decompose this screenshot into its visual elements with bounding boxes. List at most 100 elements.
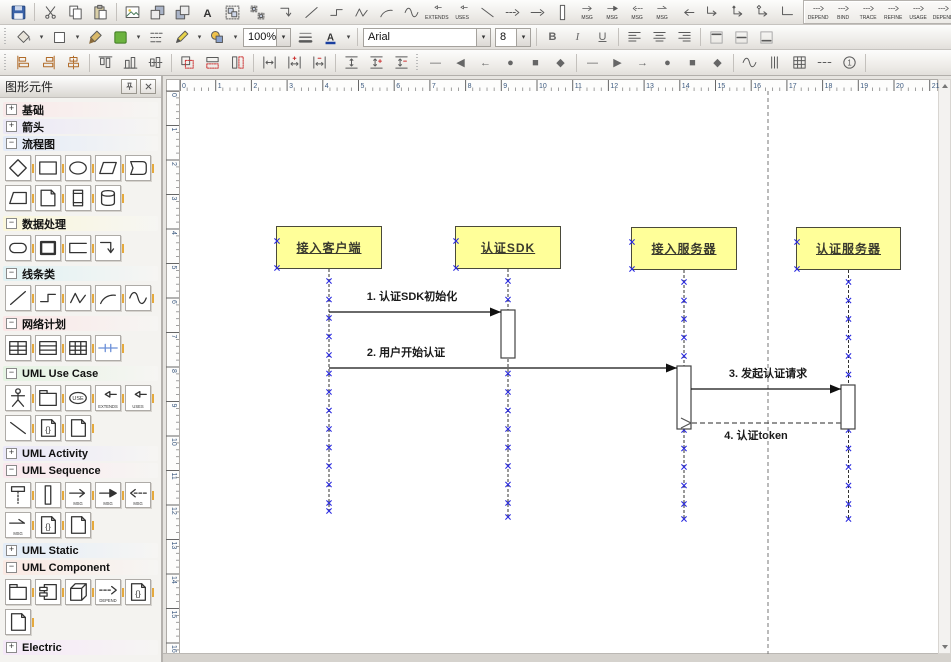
pin-button[interactable] bbox=[121, 79, 137, 94]
align-h-centers-button[interactable] bbox=[61, 51, 86, 75]
shape-elbow-arrow[interactable] bbox=[95, 235, 121, 261]
font-family-combo[interactable]: Arial▾ bbox=[363, 28, 491, 47]
shape-note[interactable] bbox=[65, 415, 91, 441]
dashed-arrow-button[interactable] bbox=[500, 0, 525, 24]
step-connector-button[interactable] bbox=[324, 0, 349, 24]
shape-open-rect[interactable] bbox=[65, 235, 91, 261]
drawing-canvas[interactable] bbox=[180, 91, 938, 654]
copy-button[interactable] bbox=[63, 0, 88, 24]
same-width-button[interactable] bbox=[200, 51, 225, 75]
shape-depend[interactable]: DEPEND bbox=[95, 579, 121, 605]
v-space-increase-button[interactable] bbox=[364, 51, 389, 75]
shape-display[interactable] bbox=[125, 155, 151, 181]
shape-message[interactable]: MSG bbox=[65, 482, 91, 508]
theme-fill-button[interactable] bbox=[108, 25, 133, 49]
shape-predefined-process[interactable] bbox=[65, 185, 91, 211]
elbow-connector-button[interactable] bbox=[274, 0, 299, 24]
align-left-edges-button[interactable] bbox=[11, 51, 36, 75]
shape-diamond[interactable] bbox=[5, 155, 31, 181]
dashed-line-button[interactable] bbox=[812, 51, 837, 75]
font-size-value[interactable]: 8 bbox=[496, 31, 516, 43]
arc-connector-button[interactable] bbox=[374, 0, 399, 24]
font-color-dropdown[interactable]: ▾ bbox=[343, 26, 354, 48]
zoom-combo[interactable]: 100%▾ bbox=[243, 28, 291, 47]
line-end-diamond-button[interactable]: ◆ bbox=[705, 51, 730, 75]
shape-zigzag-line[interactable] bbox=[65, 285, 91, 311]
lifeline-box-1[interactable]: 接入客户端 bbox=[276, 226, 382, 269]
underline-button[interactable]: U bbox=[590, 25, 615, 49]
message-label-1[interactable]: 1. 认证SDK初始化 bbox=[367, 288, 457, 304]
curve-connector-button[interactable] bbox=[399, 0, 424, 24]
section-uml-sequence[interactable]: −UML Sequence bbox=[3, 463, 158, 478]
trace-connector-button[interactable]: TRACE bbox=[856, 0, 881, 24]
close-panel-button[interactable] bbox=[140, 79, 156, 94]
font-family-value[interactable]: Arial bbox=[364, 31, 476, 43]
uses-connector-button[interactable]: USES bbox=[450, 0, 475, 24]
align-right-button[interactable] bbox=[672, 25, 697, 49]
zoom-value[interactable]: 100% bbox=[244, 31, 276, 43]
lifeline-box-3[interactable]: 接入服务器 bbox=[631, 227, 737, 270]
section-uml-use-case[interactable]: −UML Use Case bbox=[3, 366, 158, 381]
pen-dropdown[interactable]: ▾ bbox=[194, 26, 205, 48]
line-begin-square-button[interactable]: ■ bbox=[523, 51, 548, 75]
section-uml-activity[interactable]: +UML Activity bbox=[3, 446, 158, 461]
line-connector-button[interactable] bbox=[299, 0, 324, 24]
usage-connector-button[interactable]: USAGE bbox=[906, 0, 931, 24]
lifeline-box-2[interactable]: 认证SDK bbox=[455, 226, 561, 269]
msg-arrow-async-button[interactable]: MSG bbox=[650, 0, 675, 24]
shape-code-note[interactable]: {} bbox=[35, 415, 61, 441]
same-size-button[interactable] bbox=[175, 51, 200, 75]
line-color-dropdown[interactable]: ▾ bbox=[72, 26, 83, 48]
format-painter-button[interactable] bbox=[83, 25, 108, 49]
solid-arrow-button[interactable] bbox=[525, 0, 550, 24]
theme-fill-dropdown[interactable]: ▾ bbox=[133, 26, 144, 48]
section-flowchart[interactable]: −流程图 bbox=[3, 136, 158, 151]
shape-line[interactable] bbox=[5, 285, 31, 311]
line-begin-arrow-button[interactable]: ◀ bbox=[448, 51, 473, 75]
shape-return-message[interactable]: MSG bbox=[125, 482, 151, 508]
scroll-down-button[interactable] bbox=[939, 641, 950, 653]
shape-table-cells[interactable] bbox=[65, 335, 91, 361]
vertical-scrollbar[interactable] bbox=[938, 79, 951, 654]
line-weight-button[interactable] bbox=[293, 25, 318, 49]
section-uml-component[interactable]: −UML Component bbox=[3, 560, 158, 575]
line-style-button[interactable] bbox=[144, 25, 169, 49]
line-end-none-button[interactable]: — bbox=[580, 51, 605, 75]
shape-uses[interactable]: USES bbox=[125, 385, 151, 411]
shape-rectangle[interactable] bbox=[35, 155, 61, 181]
line-end-square-button[interactable]: ■ bbox=[680, 51, 705, 75]
valign-middle-button[interactable] bbox=[729, 25, 754, 49]
line-begin-open-arrow-button[interactable]: ← bbox=[473, 51, 498, 75]
line-color-button[interactable] bbox=[47, 25, 72, 49]
align-top-edges-button[interactable] bbox=[93, 51, 118, 75]
cut-button[interactable] bbox=[38, 0, 63, 24]
group-button[interactable] bbox=[220, 0, 245, 24]
lifeline-box-4[interactable]: 认证服务器 bbox=[796, 227, 901, 270]
font-size-combo[interactable]: 8▾ bbox=[495, 28, 531, 47]
shape-cylinder[interactable] bbox=[95, 185, 121, 211]
insert-picture-button[interactable] bbox=[120, 0, 145, 24]
extends-connector-button[interactable]: EXTENDS bbox=[424, 0, 450, 24]
activation-bar-button[interactable] bbox=[550, 0, 575, 24]
paste-button[interactable] bbox=[88, 0, 113, 24]
shape-use-case[interactable]: USE bbox=[65, 385, 91, 411]
section-basic[interactable]: +基础 bbox=[3, 102, 158, 117]
pen-button[interactable] bbox=[169, 25, 194, 49]
diagonal-line-button[interactable] bbox=[475, 0, 500, 24]
h-space-increase-button[interactable] bbox=[282, 51, 307, 75]
line-end-open-arrow-button[interactable]: → bbox=[630, 51, 655, 75]
line-begin-none-button[interactable]: — bbox=[423, 51, 448, 75]
shape-document[interactable] bbox=[35, 185, 61, 211]
msg-arrow-button[interactable]: MSG bbox=[575, 0, 600, 24]
shape-bold-rect[interactable] bbox=[35, 235, 61, 261]
align-right-edges-button[interactable] bbox=[36, 51, 61, 75]
section-uml-static[interactable]: +UML Static bbox=[3, 543, 158, 558]
wave-line-button[interactable] bbox=[737, 51, 762, 75]
depend-connector-button[interactable]: DEPEND bbox=[806, 0, 831, 24]
section-lines[interactable]: −线条类 bbox=[3, 266, 158, 281]
shadow-button[interactable] bbox=[205, 25, 230, 49]
shape-component[interactable] bbox=[35, 579, 61, 605]
elbow-plain-button[interactable] bbox=[775, 0, 800, 24]
shape-message-solid[interactable]: MSG bbox=[95, 482, 121, 508]
shape-actor[interactable] bbox=[5, 385, 31, 411]
